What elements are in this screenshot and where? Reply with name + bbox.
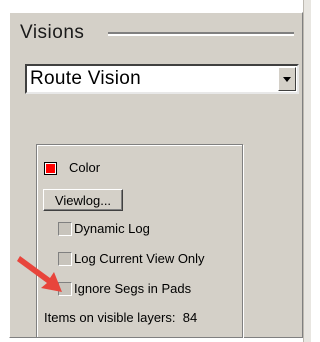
panel-title: Visions — [20, 22, 85, 43]
color-swatch-fill — [46, 164, 55, 173]
vision-select[interactable]: Route Vision — [25, 64, 299, 94]
ignore-segs-label: Ignore Segs in Pads — [74, 281, 192, 296]
items-label: Items on visible layers: — [44, 310, 176, 325]
color-label: Color — [69, 160, 101, 175]
title-divider — [108, 32, 294, 36]
chevron-down-icon — [283, 76, 291, 82]
vision-select-value: Route Vision — [30, 68, 141, 89]
viewlog-button[interactable]: Viewlog... — [43, 189, 123, 211]
vision-select-dropdown-button[interactable] — [278, 67, 296, 91]
annotation-arrow-icon — [17, 256, 62, 292]
panel-header: Visions — [20, 20, 84, 46]
dynamic-log-checkbox[interactable] — [58, 222, 72, 236]
items-on-visible-layers-label: Items on visible layers: 84 — [44, 310, 197, 325]
window-edge — [303, 0, 311, 342]
vision-options-group — [36, 144, 243, 338]
log-current-view-label: Log Current View Only — [74, 251, 205, 266]
dynamic-log-label: Dynamic Log — [74, 221, 150, 236]
items-count: 84 — [182, 310, 198, 325]
color-swatch[interactable] — [44, 162, 57, 175]
annotation-arrow-shape — [17, 256, 62, 292]
